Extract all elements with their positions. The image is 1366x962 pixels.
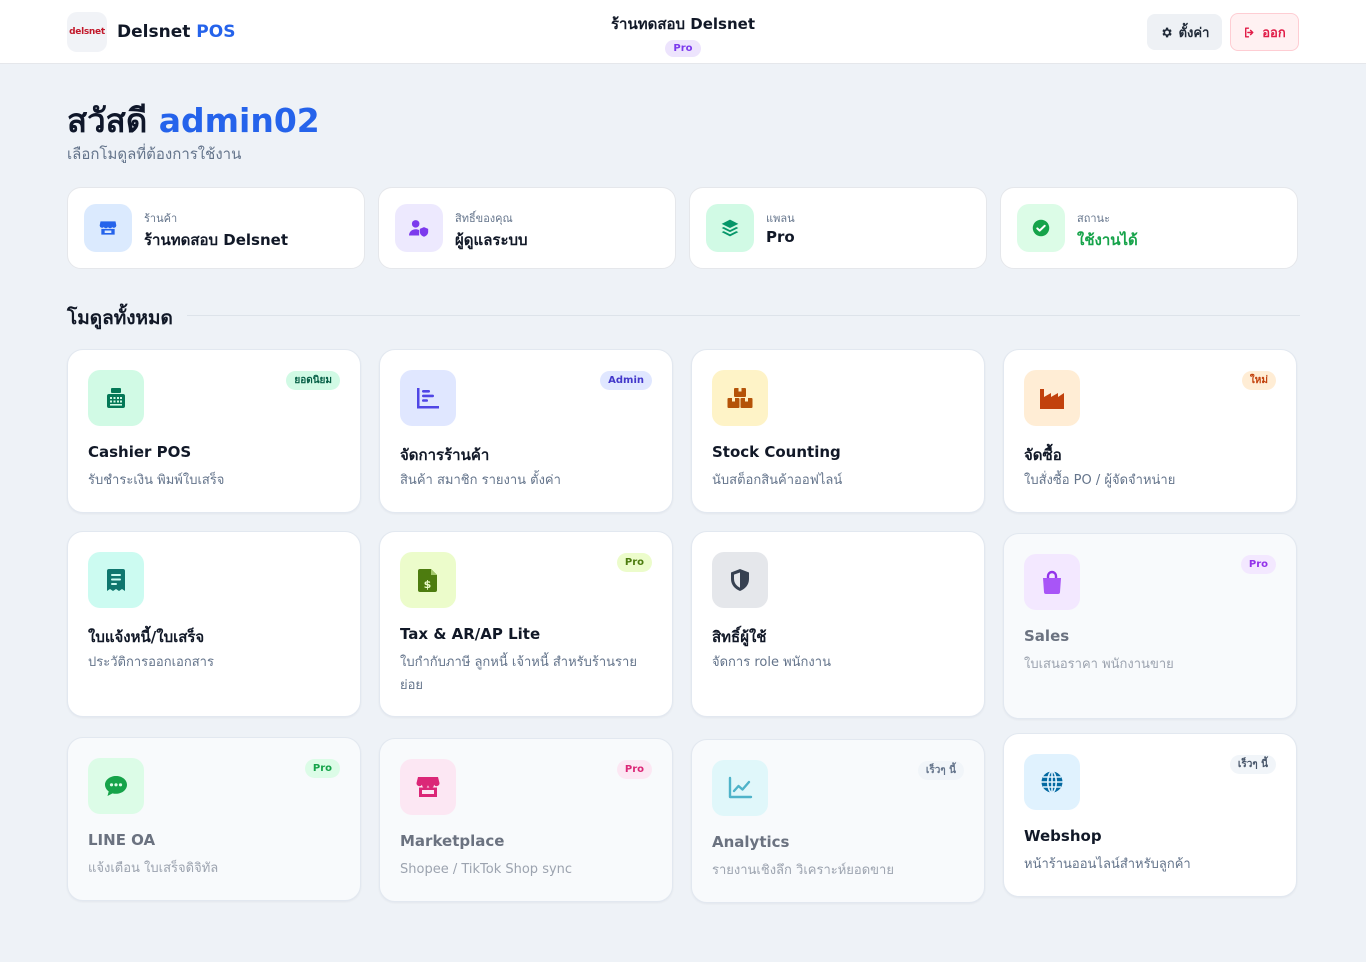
layers-icon bbox=[706, 204, 754, 252]
greeting-title: สวัสดี admin02 bbox=[67, 101, 320, 140]
gear-icon bbox=[1160, 26, 1173, 39]
chat-bubble-icon bbox=[88, 758, 144, 814]
top-bar: delsnet Delsnet POS ร้านทดสอบ Delsnet Pr… bbox=[0, 0, 1366, 64]
chart-bars-icon bbox=[400, 370, 456, 426]
module-title: สิทธิ์ผู้ใช้ bbox=[712, 628, 767, 646]
settings-label: ตั้งค่า bbox=[1178, 25, 1210, 41]
module-badge: Pro bbox=[304, 759, 340, 778]
module-tax-ar-ap[interactable]: $ Pro Tax & AR/AP Lite ใบกำกับภาษี ลูกหน… bbox=[379, 531, 673, 717]
module-desc: ใบเสนอราคา พนักงานขาย bbox=[1024, 657, 1174, 672]
cash-register-icon bbox=[88, 370, 144, 426]
module-desc: นับสต็อกสินค้าออฟไลน์ bbox=[712, 473, 843, 488]
module-stock-counting[interactable]: Stock Counting นับสต็อกสินค้าออฟไลน์ bbox=[691, 349, 985, 513]
module-badge: ใหม่ bbox=[1241, 371, 1276, 390]
module-title: Stock Counting bbox=[712, 443, 841, 461]
module-desc: รับชำระเงิน พิมพ์ใบเสร็จ bbox=[88, 473, 225, 488]
boxes-icon bbox=[712, 370, 768, 426]
module-desc: รายงานเชิงลึก วิเคราะห์ยอดขาย bbox=[712, 863, 894, 878]
check-circle-icon bbox=[1017, 204, 1065, 252]
module-badge: เร็วๆ นี้ bbox=[1229, 755, 1276, 774]
module-purchasing[interactable]: ใหม่ จัดซื้อ ใบสั่งซื้อ PO / ผู้จัดจำหน่… bbox=[1003, 349, 1297, 513]
info-card-status: สถานะ ใช้งานได้ bbox=[1000, 187, 1298, 269]
module-badge: Pro bbox=[1240, 555, 1276, 574]
module-title: Tax & AR/AP Lite bbox=[400, 625, 541, 643]
brand-name: Delsnet POS bbox=[117, 22, 236, 42]
module-title: ใบแจ้งหนี้/ใบเสร็จ bbox=[88, 628, 205, 646]
factory-icon bbox=[1024, 370, 1080, 426]
username: admin02 bbox=[158, 101, 320, 140]
shield-icon bbox=[712, 552, 768, 608]
shop-icon bbox=[400, 759, 456, 815]
user-shield-icon bbox=[395, 204, 443, 252]
module-badge: Admin bbox=[600, 371, 652, 390]
brand[interactable]: delsnet Delsnet POS bbox=[67, 12, 235, 52]
svg-text:$: $ bbox=[424, 578, 432, 591]
module-title: LINE OA bbox=[88, 831, 156, 849]
receipt-icon bbox=[88, 552, 144, 608]
module-title: Marketplace bbox=[400, 832, 505, 850]
module-invoices-receipts[interactable]: ใบแจ้งหนี้/ใบเสร็จ ประวัติการออกเอกสาร bbox=[67, 531, 361, 717]
module-title: จัดซื้อ bbox=[1024, 446, 1062, 464]
module-user-permissions[interactable]: สิทธิ์ผู้ใช้ จัดการ role พนักงาน bbox=[691, 531, 985, 717]
module-title: Cashier POS bbox=[88, 443, 192, 461]
module-title: Analytics bbox=[712, 833, 790, 851]
module-desc: ใบกำกับภาษี ลูกหนี้ เจ้าหนี้ สำหรับร้านร… bbox=[400, 655, 637, 693]
module-desc: ประวัติการออกเอกสาร bbox=[88, 655, 214, 670]
settings-button[interactable]: ตั้งค่า bbox=[1147, 14, 1222, 50]
info-card-store: ร้านค้า ร้านทดสอบ Delsnet bbox=[67, 187, 365, 269]
store-icon bbox=[84, 204, 132, 252]
store-name: ร้านทดสอบ Delsnet bbox=[611, 15, 755, 33]
module-cashier-pos[interactable]: ยอดนิยม Cashier POS รับชำระเงิน พิมพ์ใบเ… bbox=[67, 349, 361, 513]
module-desc: หน้าร้านออนไลน์สำหรับลูกค้า bbox=[1024, 857, 1191, 872]
line-chart-icon bbox=[712, 760, 768, 816]
section-divider bbox=[187, 315, 1300, 316]
module-badge: Pro bbox=[616, 553, 652, 572]
module-badge: เร็วๆ นี้ bbox=[917, 761, 964, 780]
logout-label: ออก bbox=[1262, 25, 1286, 41]
module-title: Webshop bbox=[1024, 827, 1102, 845]
module-title: จัดการร้านค้า bbox=[400, 446, 490, 464]
invoice-dollar-icon: $ bbox=[400, 552, 456, 608]
module-desc: Shopee / TikTok Shop sync bbox=[400, 862, 573, 877]
globe-icon bbox=[1024, 754, 1080, 810]
module-analytics[interactable]: เร็วๆ นี้ Analytics รายงานเชิงลึก วิเครา… bbox=[691, 739, 985, 903]
info-card-role: สิทธิ์ของคุณ ผู้ดูแลระบบ bbox=[378, 187, 676, 269]
module-badge: Pro bbox=[616, 760, 652, 779]
module-desc: จัดการ role พนักงาน bbox=[712, 655, 831, 670]
current-store: ร้านทดสอบ Delsnet Pro bbox=[533, 12, 833, 57]
module-webshop[interactable]: เร็วๆ นี้ Webshop หน้าร้านออนไลน์สำหรับล… bbox=[1003, 733, 1297, 897]
logout-button[interactable]: ออก bbox=[1230, 13, 1299, 51]
module-sales[interactable]: Pro Sales ใบเสนอราคา พนักงานขาย bbox=[1003, 533, 1297, 719]
module-desc: สินค้า สมาชิก รายงาน ตั้งค่า bbox=[400, 473, 561, 488]
module-store-management[interactable]: Admin จัดการร้านค้า สินค้า สมาชิก รายงาน… bbox=[379, 349, 673, 513]
module-title: Sales bbox=[1024, 627, 1070, 645]
module-line-oa[interactable]: Pro LINE OA แจ้งเตือน ใบเสร็จดิจิทัล bbox=[67, 737, 361, 901]
module-marketplace[interactable]: Pro Marketplace Shopee / TikTok Shop syn… bbox=[379, 738, 673, 902]
logout-icon bbox=[1243, 26, 1256, 39]
module-desc: แจ้งเตือน ใบเสร็จดิจิทัล bbox=[88, 861, 219, 876]
brand-logo: delsnet bbox=[67, 12, 107, 52]
greeting-subtitle: เลือกโมดูลที่ต้องการใช้งาน bbox=[67, 145, 242, 163]
shopping-bag-icon bbox=[1024, 554, 1080, 610]
info-card-plan: แพลน Pro bbox=[689, 187, 987, 269]
module-badge: ยอดนิยม bbox=[286, 371, 340, 390]
plan-badge: Pro bbox=[665, 40, 701, 57]
section-title: โมดูลทั้งหมด bbox=[67, 307, 173, 329]
module-desc: ใบสั่งซื้อ PO / ผู้จัดจำหน่าย bbox=[1024, 473, 1176, 488]
